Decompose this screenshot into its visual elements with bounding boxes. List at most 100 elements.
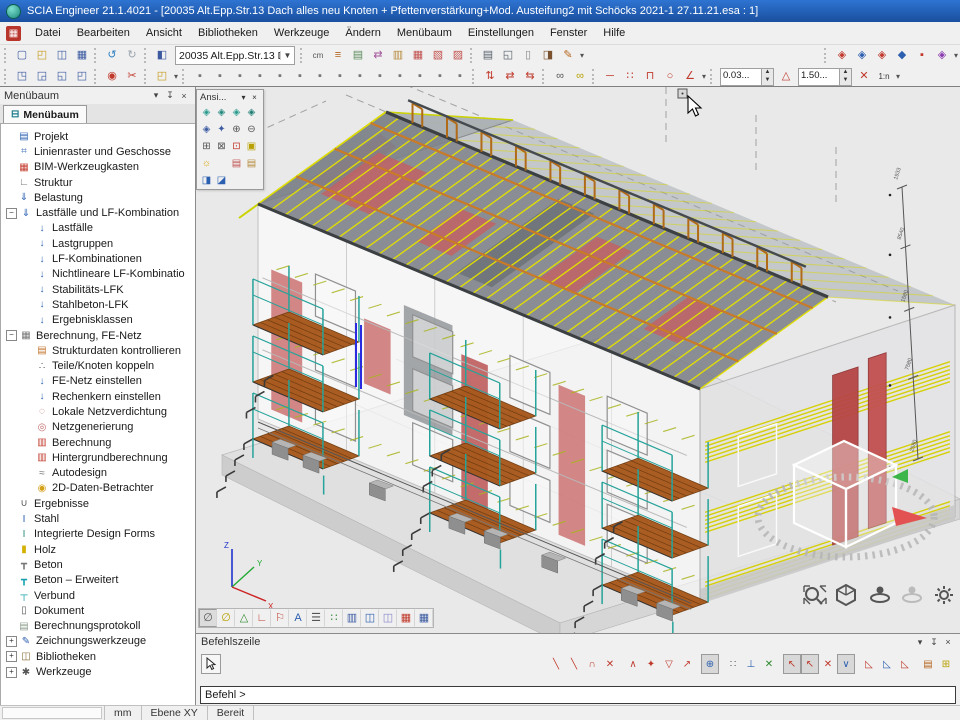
calc-supports-button[interactable]: ◈: [872, 46, 892, 65]
tree-item[interactable]: ↓LF-Kombinationen: [1, 251, 195, 266]
tree-item[interactable]: ≈Autodesign: [1, 466, 195, 481]
layers2-button[interactable]: ☰: [307, 609, 325, 627]
tree-item[interactable]: +✎Zeichnungswerkzeuge: [1, 634, 195, 649]
tree-item[interactable]: ┬Verbund: [1, 588, 195, 603]
tree-item[interactable]: ∴Teile/Knoten koppeln: [1, 358, 195, 373]
draw-angle-button[interactable]: ∠: [680, 67, 700, 86]
volumes-button[interactable]: ∅: [199, 609, 217, 627]
cut-section-button[interactable]: ✂: [122, 67, 142, 86]
ansicht-close-icon[interactable]: ×: [249, 93, 260, 102]
tree-item[interactable]: ◉2D-Daten-Betrachter: [1, 481, 195, 496]
tree-item[interactable]: IIntegrierte Design Forms: [1, 527, 195, 542]
snap-perp-button[interactable]: ∨: [837, 654, 855, 674]
connect-3-button[interactable]: ⇆: [520, 67, 540, 86]
ansicht-caret-icon[interactable]: ▾: [238, 93, 249, 102]
save-button[interactable]: ▦: [72, 46, 92, 65]
tree-item[interactable]: ▤Projekt: [1, 129, 195, 144]
volumes-off-button[interactable]: ∅: [217, 609, 235, 627]
snap-coords-button[interactable]: ▤: [919, 654, 937, 674]
print-preview-button[interactable]: ◱: [498, 46, 518, 65]
zoom-all-button[interactable]: ⊠: [214, 138, 229, 155]
tree-item[interactable]: ▮Holz: [1, 542, 195, 557]
tree-item[interactable]: ┳Beton: [1, 557, 195, 572]
save-all-button[interactable]: ◫: [52, 46, 72, 65]
undo-button[interactable]: ↺: [102, 46, 122, 65]
section-6-button[interactable]: ▪: [290, 67, 310, 86]
snap-point-button[interactable]: ✦: [642, 654, 660, 674]
snap-line-1-button[interactable]: ╲: [547, 654, 565, 674]
viewport-3d[interactable]: 19338540158075802580ZYX Ansi... ▾ × ◈◈◈◈…: [196, 87, 960, 633]
visibility-eye-button[interactable]: ◉: [102, 67, 122, 86]
snap-plane-button[interactable]: ▽: [660, 654, 678, 674]
table-view-button[interactable]: ▦: [415, 609, 433, 627]
barrier-open-button[interactable]: ▧: [428, 46, 448, 65]
command-input[interactable]: Befehl >: [200, 686, 956, 704]
menu-werkzeuge[interactable]: Werkzeuge: [266, 24, 337, 42]
cmd-caret-icon[interactable]: ▾: [913, 637, 927, 648]
folder-export-button[interactable]: ◰: [152, 67, 172, 86]
draw-points-button[interactable]: ∷: [620, 67, 640, 86]
cascade-1-button[interactable]: ◳: [12, 67, 32, 86]
grid-view-button[interactable]: ▦: [397, 609, 415, 627]
calc-more-button[interactable]: ◈: [932, 46, 952, 65]
section-2-button[interactable]: ▪: [210, 67, 230, 86]
section-3-button[interactable]: ▪: [230, 67, 250, 86]
menu-bibliotheken[interactable]: Bibliotheken: [190, 24, 266, 42]
app-matrix-icon[interactable]: ▦: [6, 26, 21, 41]
section-11-button[interactable]: ▪: [390, 67, 410, 86]
tree-item[interactable]: ∪Ergebnisse: [1, 496, 195, 511]
labels-abc-button[interactable]: A: [289, 609, 307, 627]
transform-button[interactable]: ⇄: [368, 46, 388, 65]
redo-button[interactable]: ↻: [122, 46, 142, 65]
local-axes-button[interactable]: ∟: [253, 609, 271, 627]
select-cursor-button[interactable]: [201, 654, 221, 674]
snap-tri-2-button[interactable]: ◺: [878, 654, 896, 674]
snap-vertex-button[interactable]: ∧: [624, 654, 642, 674]
open-button[interactable]: ◰: [32, 46, 52, 65]
tree-expander-plus[interactable]: +: [6, 667, 17, 678]
calc-nodes-button[interactable]: ◈: [832, 46, 852, 65]
picture-edit-button[interactable]: ▤: [229, 155, 244, 172]
cmd-pin-icon[interactable]: ↧: [927, 637, 941, 648]
section-1-button[interactable]: ▪: [190, 67, 210, 86]
tree-item[interactable]: ↓FE-Netz einstellen: [1, 374, 195, 389]
menu-ansicht[interactable]: Ansicht: [138, 24, 190, 42]
snap-mid-button[interactable]: ✕: [819, 654, 837, 674]
section-12-button[interactable]: ▪: [410, 67, 430, 86]
document-button[interactable]: ▯: [518, 46, 538, 65]
draw-circle-button[interactable]: ○: [660, 67, 680, 86]
new-button[interactable]: ▢: [12, 46, 32, 65]
clipboard-button[interactable]: ▥: [388, 46, 408, 65]
calc-single-button[interactable]: ▪: [912, 46, 932, 65]
tree-item[interactable]: ↓Stahlbeton-LFK: [1, 297, 195, 312]
spin-down-icon[interactable]: ▼: [762, 77, 773, 85]
cursor-select-button[interactable]: ⊕: [701, 654, 719, 674]
view-custom-button[interactable]: ◈: [199, 121, 214, 138]
render-2-button[interactable]: ◫: [379, 609, 397, 627]
section-4-button[interactable]: ▪: [250, 67, 270, 86]
view-axo-1-button[interactable]: ◈: [199, 104, 214, 121]
tree-item[interactable]: −⇓Lastfälle und LF-Kombination: [1, 205, 195, 220]
pair-2-button[interactable]: ∞: [570, 67, 590, 86]
units-cm-button[interactable]: cm: [308, 46, 328, 65]
section-14-button[interactable]: ▪: [450, 67, 470, 86]
layer-b-button[interactable]: ◪: [214, 172, 229, 189]
snap-remove-button[interactable]: ✕: [760, 654, 778, 674]
tree-item[interactable]: ⌗Linienraster und Geschosse: [1, 144, 195, 159]
tree-item[interactable]: +✱Werkzeuge: [1, 664, 195, 679]
tree-expander-plus[interactable]: +: [6, 636, 17, 647]
snap-end-1-button[interactable]: ↖: [783, 654, 801, 674]
draw-line-button[interactable]: ─: [600, 67, 620, 86]
calc-loads-button[interactable]: ◆: [892, 46, 912, 65]
panel-close-icon[interactable]: ×: [177, 91, 191, 101]
view-axo-2-button[interactable]: ◈: [214, 104, 229, 121]
gallery-button[interactable]: ◨: [538, 46, 558, 65]
supports-button[interactable]: △: [235, 609, 253, 627]
window-split-button[interactable]: ◧: [152, 46, 172, 65]
spinner-1[interactable]: 1.50...▲▼: [798, 68, 852, 86]
print-button[interactable]: ▤: [478, 46, 498, 65]
tab-menubaum[interactable]: ⊟ Menübaum: [3, 105, 87, 123]
tree-item[interactable]: ∟Struktur: [1, 175, 195, 190]
connect-2-button[interactable]: ⇄: [500, 67, 520, 86]
model-scene[interactable]: 19338540158075802580ZYX: [196, 87, 960, 633]
